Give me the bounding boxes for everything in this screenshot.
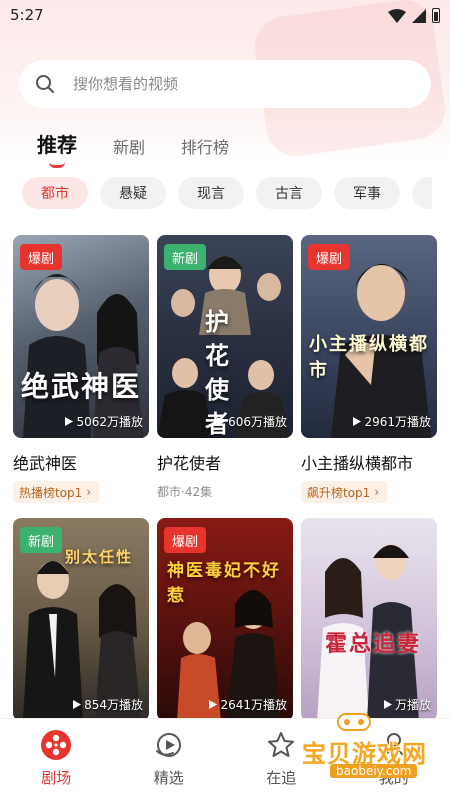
play-count-text: 5062万播放 [76, 415, 143, 429]
star-icon [268, 732, 295, 757]
drama-poster[interactable]: 神医毒妃不好惹 爆剧 2641万播放 [157, 518, 293, 721]
play-count: 606万播放 [217, 413, 287, 430]
tab-recommend[interactable]: 推荐 [37, 129, 77, 168]
drama-card[interactable]: 神医毒妃不好惹 爆剧 2641万播放 [157, 518, 293, 721]
drama-title: 绝武神医 [13, 454, 78, 473]
chip-ancient-romance[interactable]: 古言 [256, 177, 322, 209]
tab-label: 推荐 [37, 133, 77, 157]
poster-title-art: 神医毒妃不好惹 [167, 561, 281, 606]
play-icon [353, 417, 362, 426]
tab-label: 新剧 [113, 138, 146, 157]
nav-item-featured[interactable]: 精选 [113, 719, 226, 800]
chip-modern-romance[interactable]: 现言 [178, 177, 244, 209]
drama-poster[interactable]: 护花使者 新剧 606万播放 [157, 235, 293, 438]
play-count-text: 606万播放 [228, 415, 287, 429]
nav-label: 剧场 [41, 769, 72, 787]
play-count-text: 2641万播放 [220, 698, 287, 712]
search-icon [36, 75, 54, 93]
gamepad-icon [337, 713, 371, 731]
tab-active-indicator [49, 162, 65, 168]
play-icon [209, 700, 218, 709]
play-count: 5062万播放 [65, 413, 143, 430]
wifi-icon [388, 8, 406, 23]
rank-tag[interactable]: 飙升榜top1 › [301, 481, 388, 503]
drama-poster[interactable]: 小主播纵横都市 爆剧 2961万播放 [301, 235, 437, 438]
play-count: 2961万播放 [353, 413, 431, 430]
new-badge: 新剧 [20, 527, 63, 553]
drama-poster[interactable]: 别太任性 新剧 854万播放 [13, 518, 149, 721]
drama-card[interactable]: 小主播纵横都市 爆剧 2961万播放 小主播纵横都市 飙升榜top1 › [301, 235, 437, 503]
poster-title-art: 小主播纵横都市 [309, 334, 429, 381]
category-chips: 都市 悬疑 现言 古言 军事 [22, 177, 432, 209]
hot-badge: 爆剧 [308, 244, 351, 270]
new-badge: 新剧 [164, 244, 207, 270]
play-icon [73, 700, 82, 709]
hot-badge: 爆剧 [164, 527, 207, 553]
rank-tag-text: 热播榜top1 [19, 485, 83, 500]
play-count-text: 2961万播放 [364, 415, 431, 429]
play-circle-icon [155, 733, 181, 757]
play-icon [217, 417, 226, 426]
drama-card[interactable]: 护花使者 新剧 606万播放 护花使者 都市·42集 [157, 235, 293, 500]
watermark-url: baobeiy.com [330, 764, 418, 778]
tab-ranking[interactable]: 排行榜 [181, 134, 229, 158]
play-count-text: 854万播放 [84, 698, 143, 712]
chip-military[interactable]: 军事 [334, 177, 400, 209]
chip-more[interactable] [412, 177, 432, 209]
nav-item-theater[interactable]: 剧场 [0, 719, 113, 800]
search-bar[interactable] [19, 60, 431, 108]
play-icon [65, 417, 74, 426]
drama-card[interactable]: 别太任性 新剧 854万播放 [13, 518, 149, 721]
signal-icon [412, 8, 426, 23]
status-bar: 5:27 [0, 0, 450, 32]
rank-tag[interactable]: 热播榜top1 › [13, 481, 100, 503]
play-count: 2641万播放 [209, 696, 287, 713]
poster-image [301, 518, 437, 721]
film-reel-icon [41, 730, 72, 760]
chevron-right-icon: › [86, 485, 92, 499]
play-count: 854万播放 [73, 696, 143, 713]
drama-poster[interactable]: 霍总追妻 万播放 [301, 518, 437, 721]
battery-icon [432, 8, 440, 23]
status-icons [388, 8, 440, 23]
tab-new-drama[interactable]: 新剧 [113, 134, 145, 158]
chip-suspense[interactable]: 悬疑 [100, 177, 166, 209]
watermark: 宝贝游戏网 baobeiy.com [300, 708, 442, 782]
status-time: 5:27 [10, 6, 44, 24]
nav-label: 在追 [266, 769, 297, 787]
poster-title-art: 别太任性 [65, 548, 134, 566]
drama-card[interactable]: 霍总追妻 万播放 [301, 518, 437, 721]
drama-title: 小主播纵横都市 [301, 454, 414, 473]
tab-label: 排行榜 [181, 138, 230, 157]
chevron-right-icon: › [374, 485, 380, 499]
drama-card[interactable]: 绝武神医 爆剧 5062万播放 绝武神医 热播榜top1 › [13, 235, 149, 503]
drama-meta: 都市·42集 [157, 485, 213, 499]
rank-tag-text: 飙升榜top1 [307, 485, 371, 500]
hot-badge: 爆剧 [20, 244, 63, 270]
nav-label: 精选 [153, 769, 184, 787]
poster-title-art: 绝武神医 [21, 370, 142, 403]
drama-title: 护花使者 [157, 454, 222, 473]
search-input[interactable] [73, 75, 373, 93]
top-tabs: 推荐 新剧 排行榜 [37, 122, 229, 168]
poster-title-art: 霍总追妻 [325, 631, 422, 657]
chip-urban[interactable]: 都市 [22, 177, 88, 209]
drama-poster[interactable]: 绝武神医 爆剧 5062万播放 [13, 235, 149, 438]
